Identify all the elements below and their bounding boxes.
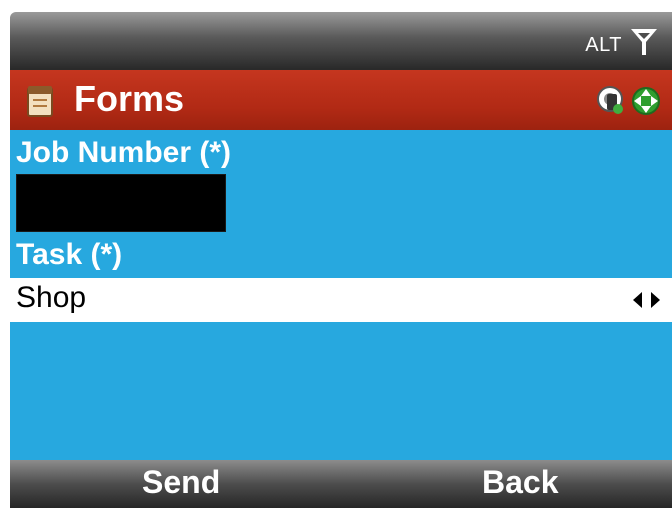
alt-indicator: ALT bbox=[585, 34, 622, 56]
antenna-signal-icon bbox=[631, 29, 657, 55]
task-selected-value: Shop bbox=[16, 281, 87, 314]
job-number-label: Job Number (*) bbox=[16, 136, 232, 169]
network-connection-icon bbox=[597, 86, 623, 114]
navigation-pad-icon bbox=[632, 87, 660, 115]
task-selector[interactable]: Shop bbox=[10, 278, 672, 322]
task-label: Task (*) bbox=[16, 238, 123, 271]
send-softkey[interactable]: Send bbox=[142, 464, 220, 501]
arrow-right-icon[interactable] bbox=[651, 292, 660, 308]
arrow-left-icon[interactable] bbox=[633, 292, 642, 308]
title-bar: Forms bbox=[10, 68, 672, 132]
title-status-icons bbox=[597, 86, 660, 115]
phone-screen: ALT Forms Job Number (*) Task (*) Shop S… bbox=[0, 0, 672, 508]
form-content: Job Number (*) Task (*) Shop bbox=[10, 130, 672, 460]
forms-app-icon bbox=[27, 86, 53, 117]
softkey-bar: Send Back bbox=[10, 460, 672, 508]
page-title: Forms bbox=[74, 78, 185, 119]
job-number-input[interactable] bbox=[16, 174, 226, 232]
back-softkey[interactable]: Back bbox=[482, 464, 559, 501]
status-bar: ALT bbox=[10, 12, 672, 68]
